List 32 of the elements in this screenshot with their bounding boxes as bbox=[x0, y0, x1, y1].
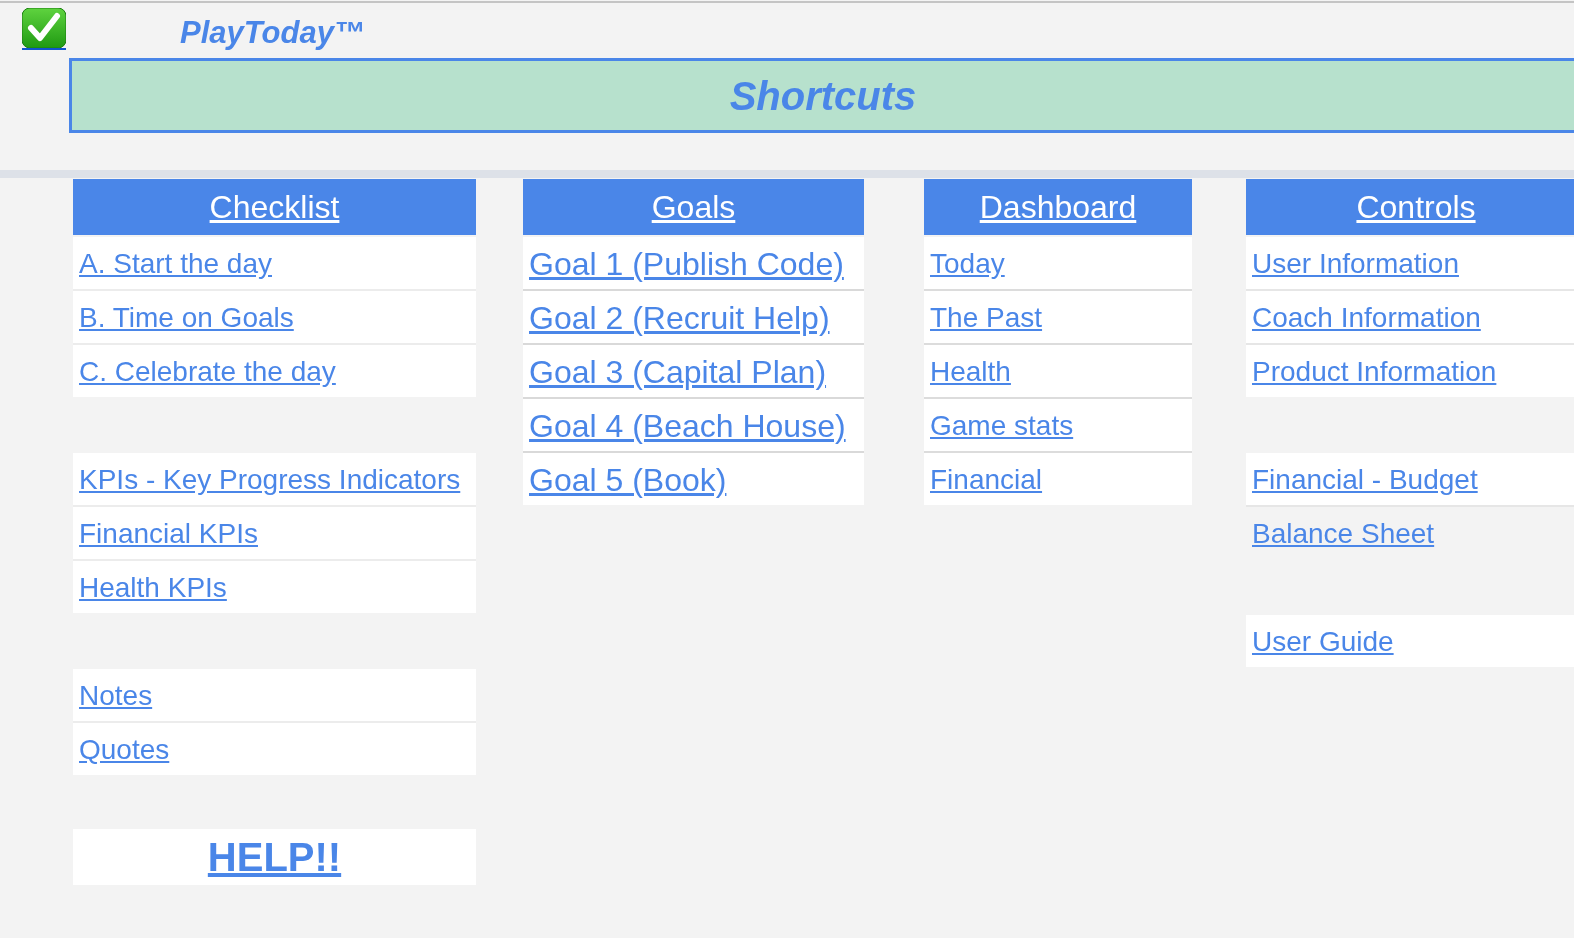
shortcut-link[interactable]: Health KPIs bbox=[79, 571, 227, 605]
checkmark-link[interactable] bbox=[22, 8, 66, 50]
shortcut-link[interactable]: Goal 3 (Capital Plan) bbox=[529, 353, 827, 391]
shortcut-link[interactable]: B. Time on Goals bbox=[79, 301, 294, 335]
column-header-link[interactable]: Goals bbox=[651, 188, 736, 226]
shortcut-link[interactable]: Goal 1 (Publish Code) bbox=[529, 245, 844, 283]
shortcut-link[interactable]: Goal 4 (Beach House) bbox=[529, 407, 846, 445]
shortcut-link[interactable]: KPIs - Key Progress Indicators bbox=[79, 463, 461, 497]
shortcut-link[interactable]: Notes bbox=[79, 679, 153, 713]
help-link[interactable]: HELP!! bbox=[207, 833, 342, 881]
app-title: PlayToday™ bbox=[180, 15, 365, 51]
shortcut-link[interactable]: Quotes bbox=[79, 733, 170, 767]
column-header-link[interactable]: Controls bbox=[1356, 188, 1476, 226]
shortcut-link[interactable]: Financial bbox=[930, 463, 1043, 497]
shortcut-link[interactable]: Today bbox=[930, 247, 1005, 281]
shortcut-link[interactable]: A. Start the day bbox=[79, 247, 272, 281]
shortcut-link[interactable]: Goal 2 (Recruit Help) bbox=[529, 299, 830, 337]
shortcut-link[interactable]: Product Information bbox=[1252, 355, 1497, 389]
shortcut-link[interactable]: C. Celebrate the day bbox=[79, 355, 336, 389]
column-header-link[interactable]: Dashboard bbox=[979, 188, 1137, 226]
banner-title: Shortcuts bbox=[729, 72, 917, 120]
shortcut-link[interactable]: The Past bbox=[930, 301, 1043, 335]
checkmark-icon bbox=[22, 8, 66, 48]
shortcut-link[interactable]: Financial KPIs bbox=[79, 517, 258, 551]
shortcut-link[interactable]: Health bbox=[930, 355, 1011, 389]
shortcut-link[interactable]: Goal 5 (Book) bbox=[529, 461, 727, 499]
shortcut-link[interactable]: Game stats bbox=[930, 409, 1074, 443]
shortcut-link[interactable]: User Information bbox=[1252, 247, 1459, 281]
shortcut-link[interactable]: Balance Sheet bbox=[1252, 517, 1435, 551]
shortcut-link[interactable]: Coach Information bbox=[1252, 301, 1481, 335]
column-header-link[interactable]: Checklist bbox=[209, 188, 340, 226]
shortcut-link[interactable]: Financial - Budget bbox=[1252, 463, 1478, 497]
